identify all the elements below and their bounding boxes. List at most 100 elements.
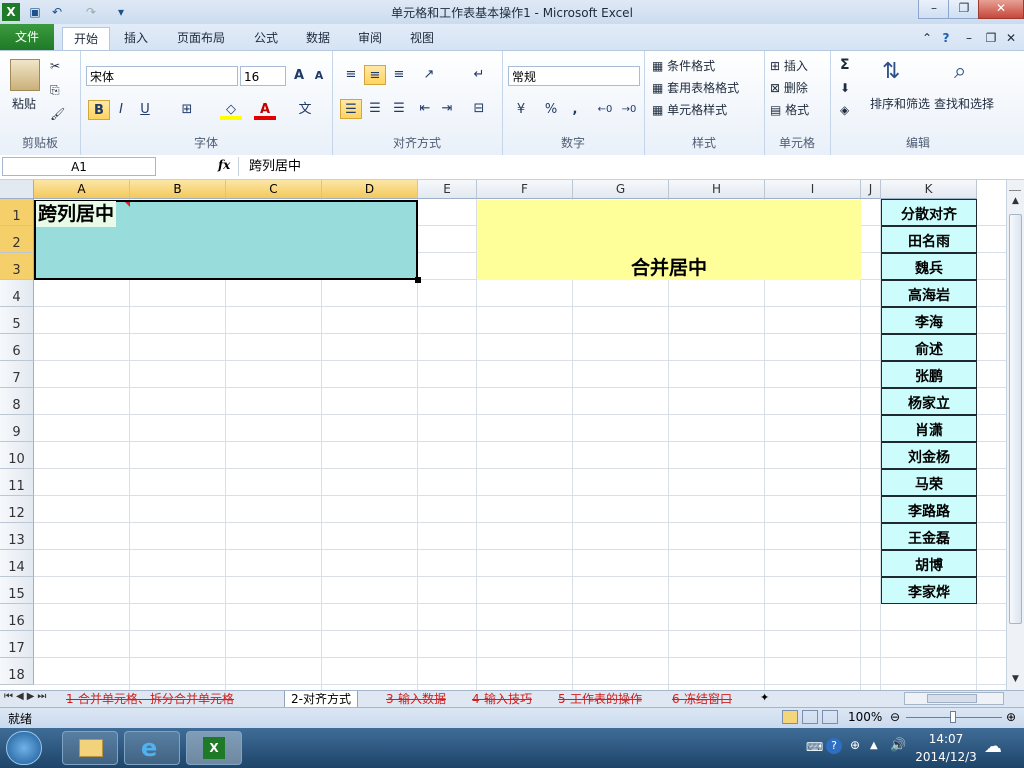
row-header-3[interactable]: 3 — [0, 253, 34, 280]
weather-icon[interactable]: ☁ — [984, 736, 1002, 757]
row-header-18[interactable]: 18 — [0, 658, 34, 685]
underline-button[interactable]: U — [134, 100, 156, 120]
font-size-select[interactable]: 16 — [240, 66, 286, 86]
tab-insert[interactable]: 插入 — [116, 27, 156, 49]
zoom-level[interactable]: 100% — [848, 710, 882, 724]
cut-icon[interactable]: ✂ — [50, 59, 60, 73]
help-icon[interactable]: ? — [936, 27, 956, 49]
row-header-15[interactable]: 15 — [0, 577, 34, 604]
worksheet-grid[interactable]: ABCDEFGHIJK 1 2 3 4 5 6 7 8 9 10 11 12 13 14 15 16 17 18 … — [0, 180, 1006, 690]
row-header-7[interactable]: 7 — [0, 361, 34, 388]
cell-k10[interactable]: 刘金杨 — [881, 442, 977, 469]
fill-handle[interactable] — [415, 277, 421, 283]
start-button[interactable] — [6, 731, 42, 765]
merge-center-icon[interactable]: ⊟ — [468, 99, 490, 119]
tab-formulas[interactable]: 公式 — [246, 27, 286, 49]
row-header-11[interactable]: 11 — [0, 469, 34, 496]
cell-k2[interactable]: 田名雨 — [881, 226, 977, 253]
font-name-select[interactable]: 宋体 — [86, 66, 238, 86]
sort-filter-icon[interactable]: ⇅ — [882, 59, 900, 84]
tab-page-layout[interactable]: 页面布局 — [170, 27, 232, 49]
ie-taskbar-button[interactable]: e — [124, 731, 180, 765]
paste-icon[interactable] — [10, 59, 40, 91]
ime-icon[interactable]: ⊕ — [850, 738, 860, 752]
row-header-4[interactable]: 4 — [0, 280, 34, 307]
paste-button[interactable]: 粘贴 — [12, 95, 36, 112]
increase-indent-icon[interactable]: ⇥ — [436, 99, 458, 119]
column-header-h[interactable]: H — [669, 180, 765, 199]
cell-k1[interactable]: 分散对齐 — [881, 199, 977, 226]
row-header-8[interactable]: 8 — [0, 388, 34, 415]
cell-k14[interactable]: 胡博 — [881, 550, 977, 577]
delete-cells-button[interactable]: ⊠ 删除 — [770, 79, 808, 96]
doc-minimize-icon[interactable]: – — [960, 27, 978, 49]
sheet-tab-4[interactable]: 4-输入技巧 — [472, 691, 532, 707]
zoom-out-icon[interactable]: ⊖ — [890, 710, 900, 724]
tab-file[interactable]: 文件 — [0, 24, 54, 50]
volume-icon[interactable]: 🔊 — [890, 738, 906, 753]
show-hidden-icons[interactable]: ▲ — [870, 740, 878, 751]
cell-k7[interactable]: 张鹏 — [881, 361, 977, 388]
number-format-select[interactable]: 常规 — [508, 66, 640, 86]
format-cells-button[interactable]: ▤ 格式 — [770, 101, 809, 118]
merged-cell-f1-i3[interactable]: 合并居中 — [477, 200, 861, 280]
align-left-icon[interactable]: ☰ — [340, 99, 362, 119]
help-tray-icon[interactable]: ? — [826, 738, 842, 754]
align-center-icon[interactable]: ☰ — [364, 99, 386, 119]
sheet-tab-2[interactable]: 2-对齐方式 — [284, 691, 358, 708]
name-box[interactable]: A1 — [2, 157, 156, 176]
horizontal-scroll-thumb[interactable] — [927, 694, 977, 703]
row-header-1[interactable]: 1 — [0, 199, 34, 226]
zoom-in-icon[interactable]: ⊕ — [1006, 710, 1016, 724]
page-break-view-icon[interactable] — [822, 710, 838, 724]
tab-review[interactable]: 审阅 — [350, 27, 390, 49]
align-middle-icon[interactable]: ≡ — [364, 65, 386, 85]
select-all-button[interactable] — [0, 180, 34, 199]
fill-icon[interactable]: ⬇ — [840, 81, 850, 95]
sheet-tab-5[interactable]: 5-工作表的操作 — [558, 691, 642, 707]
comma-button[interactable]: , — [564, 100, 586, 120]
bold-button[interactable]: B — [88, 100, 110, 120]
row-header-17[interactable]: 17 — [0, 631, 34, 658]
cell-k13[interactable]: 王金磊 — [881, 523, 977, 550]
insert-cells-button[interactable]: ⊞ 插入 — [770, 57, 808, 74]
new-sheet-icon[interactable]: ✦ — [760, 691, 769, 704]
doc-restore-icon[interactable]: ❐ — [982, 27, 1000, 49]
row-header-14[interactable]: 14 — [0, 550, 34, 577]
normal-view-icon[interactable] — [782, 710, 798, 724]
scroll-up-icon[interactable]: ▲ — [1010, 196, 1021, 210]
cell-k11[interactable]: 马荣 — [881, 469, 977, 496]
phonetic-icon[interactable]: 文 — [294, 100, 316, 120]
decrease-indent-icon[interactable]: ⇤ — [414, 99, 436, 119]
row-header-12[interactable]: 12 — [0, 496, 34, 523]
cell-k6[interactable]: 俞述 — [881, 334, 977, 361]
column-header-d[interactable]: D — [322, 180, 418, 199]
align-top-icon[interactable]: ≡ — [340, 65, 362, 85]
tab-data[interactable]: 数据 — [298, 27, 338, 49]
increase-decimal-icon[interactable]: ←0 — [594, 100, 616, 120]
find-select-button[interactable]: 查找和选择 — [934, 95, 994, 112]
align-right-icon[interactable]: ☰ — [388, 99, 410, 119]
row-header-2[interactable]: 2 — [0, 226, 34, 253]
clear-icon[interactable]: ◈ — [840, 103, 849, 117]
column-header-g[interactable]: G — [573, 180, 669, 199]
insert-function-icon[interactable]: fx — [218, 158, 230, 172]
column-header-k[interactable]: K — [881, 180, 977, 199]
column-header-i[interactable]: I — [765, 180, 861, 199]
split-box[interactable] — [1009, 184, 1021, 191]
align-bottom-icon[interactable]: ≡ — [388, 65, 410, 85]
tab-home[interactable]: 开始 — [62, 27, 110, 50]
cell-k9[interactable]: 肖潇 — [881, 415, 977, 442]
column-header-j[interactable]: J — [861, 180, 881, 199]
format-painter-icon[interactable]: 🖌 — [50, 107, 65, 121]
copy-icon[interactable]: ⎘ — [50, 83, 60, 98]
conditional-format-button[interactable]: ▦ 条件格式 — [652, 57, 715, 74]
row-header-16[interactable]: 16 — [0, 604, 34, 631]
vertical-scroll-thumb[interactable] — [1009, 214, 1022, 624]
clock-date[interactable]: 2014/12/3 — [910, 750, 982, 764]
column-header-e[interactable]: E — [418, 180, 477, 199]
explorer-taskbar-button[interactable] — [62, 731, 118, 765]
format-as-table-button[interactable]: ▦ 套用表格格式 — [652, 79, 739, 96]
cell-k5[interactable]: 李海 — [881, 307, 977, 334]
excel-taskbar-button[interactable]: X — [186, 731, 242, 765]
